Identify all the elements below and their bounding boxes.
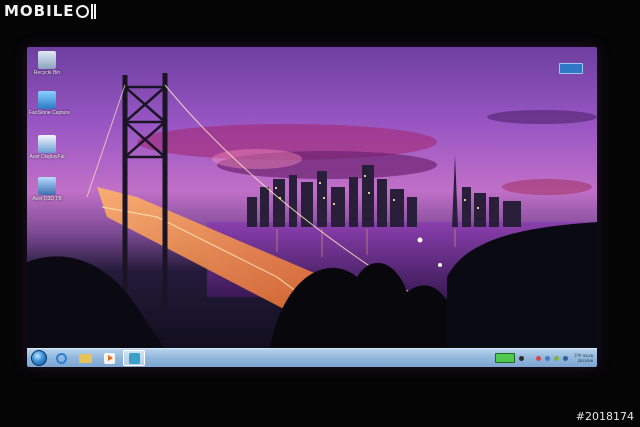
- start-button[interactable]: [31, 350, 47, 366]
- recycle-bin-icon: [38, 51, 56, 69]
- system-tray: 下午 03:25 2011/5/6: [494, 351, 593, 365]
- watermark-glyph-icon: [90, 3, 96, 19]
- desktop-icon-label: FanStone Capture: [29, 110, 70, 116]
- volume-icon[interactable]: [553, 355, 559, 361]
- display-app-icon: [38, 135, 56, 153]
- monitor-screen: Recycle Bin FanStone Capture Acer Displa…: [27, 47, 597, 367]
- clock-date: 2011/5/6: [577, 358, 593, 363]
- taskbar-media-player[interactable]: [99, 351, 119, 365]
- desktop-icon-recycle-bin[interactable]: Recycle Bin: [29, 51, 65, 76]
- watermark-ring-icon: [75, 4, 89, 18]
- folder-icon: [78, 353, 92, 363]
- internet-explorer-icon: [55, 352, 67, 364]
- photo-id: #2018174: [575, 410, 634, 423]
- desktop-icon-acer-d3d-tb[interactable]: Acer D3D TB: [29, 177, 65, 202]
- tray-dot-icon[interactable]: [518, 355, 524, 361]
- watermark-brand: MOBILE: [4, 2, 75, 20]
- capture-app-icon: [38, 91, 56, 109]
- mobile01-watermark: MOBILE: [4, 2, 96, 20]
- desktop-icon-label: Recycle Bin: [33, 70, 61, 76]
- active-app-icon: [128, 352, 140, 364]
- desktop-icon-label: Acer D3D TB: [32, 196, 62, 202]
- taskbar-internet-explorer[interactable]: [51, 351, 71, 365]
- desktop-icon-acer-displayfal[interactable]: Acer DisplayFal: [29, 135, 65, 160]
- battery-icon[interactable]: [494, 353, 515, 363]
- taskbar: 下午 03:25 2011/5/6: [27, 348, 597, 367]
- language-icon[interactable]: [562, 355, 568, 361]
- wallpaper-image: [27, 73, 597, 367]
- media-player-icon: [103, 352, 115, 364]
- tray-alert-icon[interactable]: [535, 355, 541, 361]
- tray-clock[interactable]: 下午 03:25 2011/5/6: [574, 353, 593, 363]
- d3d-app-icon: [38, 177, 56, 195]
- network-icon[interactable]: [544, 355, 550, 361]
- desktop-icon-fanstone-capture[interactable]: FanStone Capture: [29, 91, 70, 116]
- taskbar-windows-explorer[interactable]: [75, 351, 95, 365]
- desktop-icon-label: Acer DisplayFal: [29, 154, 65, 160]
- taskbar-active-app[interactable]: [123, 350, 145, 366]
- gadget-badge-icon[interactable]: [559, 63, 583, 74]
